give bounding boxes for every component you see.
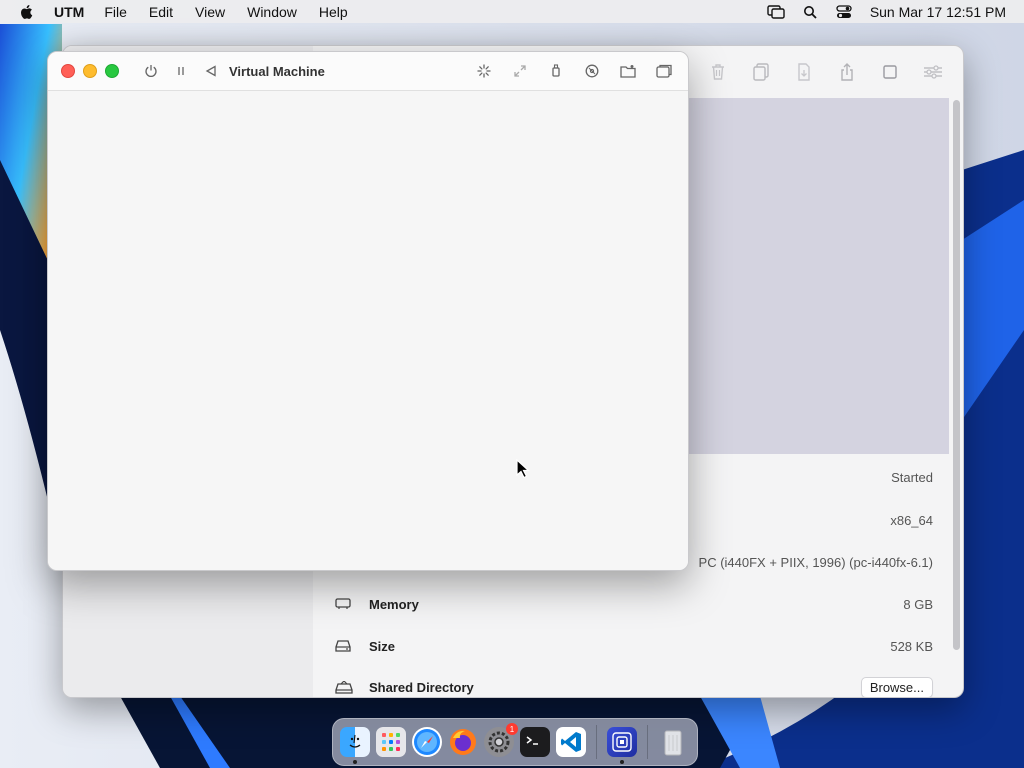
apple-menu-icon[interactable] [18,3,36,21]
clone-icon[interactable] [749,61,773,83]
close-window-button[interactable] [61,64,75,78]
info-row-size: Size 528 KB [313,625,933,667]
size-label: Size [369,638,396,654]
browse-button[interactable]: Browse... [860,676,933,697]
shared-drive-icon [335,679,357,695]
dock-firefox[interactable] [448,727,478,757]
screen-mirroring-icon[interactable] [766,4,786,20]
notification-badge: 1 [506,723,518,735]
architecture-value: x86_64 [890,512,933,528]
menubar-clock[interactable]: Sun Mar 17 12:51 PM [870,4,1006,20]
running-indicator [620,760,624,764]
share-icon[interactable] [835,61,859,83]
memory-label: Memory [369,596,419,612]
spinner-icon[interactable] [474,62,494,80]
info-row-shared-directory: Shared Directory Browse... [313,666,933,697]
dock-separator [596,725,597,759]
dock-terminal[interactable] [520,727,550,757]
pause-icon[interactable] [171,62,191,80]
power-icon[interactable] [141,62,161,80]
control-center-icon[interactable] [834,4,854,20]
vm-window-title: Virtual Machine [229,63,325,79]
dock-finder[interactable] [340,727,370,764]
menu-help[interactable]: Help [319,4,348,20]
info-row-memory: Memory 8 GB [313,583,933,625]
vm-display-window: Virtual Machine [47,51,689,571]
shared-directory-label: Shared Directory [369,679,474,695]
menu-edit[interactable]: Edit [149,4,173,20]
dock-vscode[interactable] [556,727,586,757]
size-value: 528 KB [890,638,933,654]
memory-value: 8 GB [903,596,933,612]
firefox-icon [450,729,476,755]
disc-icon[interactable] [582,62,602,80]
vm-screen[interactable] [48,91,688,570]
vm-titlebar: Virtual Machine [48,52,688,91]
trash-can-icon [664,730,682,756]
dock-safari[interactable] [412,727,442,757]
stop-icon[interactable] [878,61,902,83]
status-value: Started [891,469,933,485]
menu-app-utm[interactable]: UTM [54,4,84,20]
menu-bar: UTM File Edit View Window Help Sun Mar 1… [0,0,1024,23]
dock-separator [647,725,648,759]
dock-utm[interactable] [607,727,637,764]
trash-icon[interactable] [706,61,730,83]
drive-icon [335,638,357,654]
windows-icon[interactable] [654,62,674,80]
machine-value: PC (i440FX + PIIX, 1996) (pc-i440fx-6.1) [698,554,933,570]
running-indicator [353,760,357,764]
restart-icon[interactable] [201,62,221,80]
menu-window[interactable]: Window [247,4,297,20]
safari-icon [414,729,440,755]
download-icon[interactable] [792,61,816,83]
details-scrollbar[interactable] [953,100,960,650]
dock: 1 [332,718,698,766]
usb-icon[interactable] [546,62,566,80]
dock-system-settings[interactable]: 1 [484,723,518,757]
dock-launchpad[interactable] [376,727,406,757]
terminal-icon [526,736,538,745]
minimize-window-button[interactable] [83,64,97,78]
menu-view[interactable]: View [195,4,225,20]
vscode-icon [561,732,581,752]
memory-icon [335,596,357,612]
menu-file[interactable]: File [104,4,127,20]
utm-icon [612,732,632,752]
finder-icon [349,734,361,748]
dock-trash[interactable] [658,727,688,757]
mouse-cursor-icon [516,459,530,479]
zoom-window-button[interactable] [105,64,119,78]
shared-folder-icon[interactable] [618,62,638,80]
settings-icon[interactable] [921,61,945,83]
launchpad-icon [382,733,400,751]
resize-icon[interactable] [510,62,530,80]
spotlight-search-icon[interactable] [800,4,820,20]
